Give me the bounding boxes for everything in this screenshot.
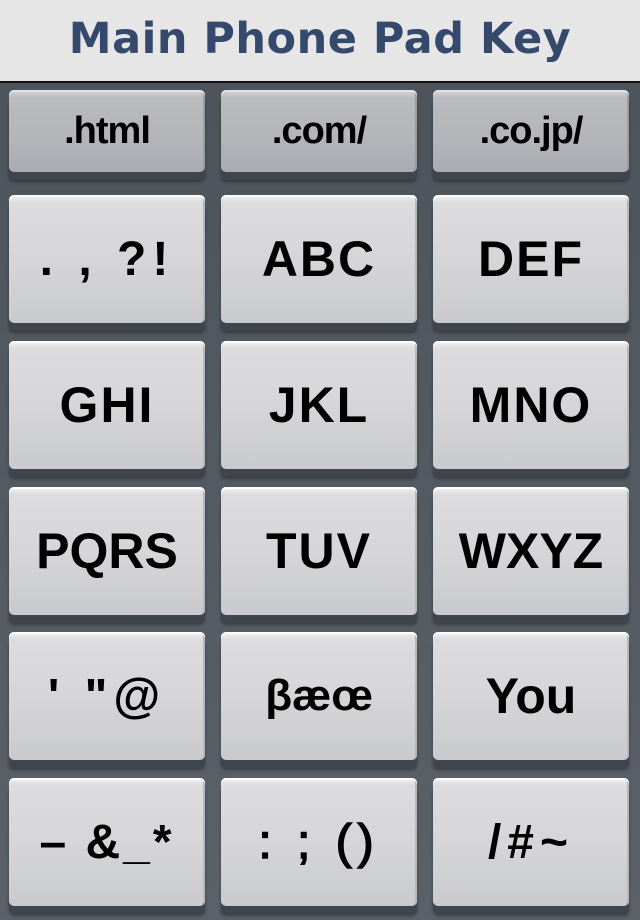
key-pqrs[interactable]: PQRS — [9, 487, 205, 615]
key-colon-paren[interactable]: : ; () — [221, 778, 417, 906]
phone-keypad: .html .com/ .co.jp/ . , ?! ABC DEF GHI J… — [0, 83, 640, 920]
key-you[interactable]: You — [433, 632, 629, 760]
key-punctuation[interactable]: . , ?! — [9, 195, 205, 323]
key-co-jp[interactable]: .co.jp/ — [433, 90, 629, 172]
key-mno[interactable]: MNO — [433, 341, 629, 469]
key-special-letters[interactable]: βæœ — [221, 632, 417, 760]
key-abc[interactable]: ABC — [221, 195, 417, 323]
page-title: Main Phone Pad Key — [68, 13, 572, 64]
key-com[interactable]: .com/ — [221, 90, 417, 172]
key-wxyz[interactable]: WXYZ — [433, 487, 629, 615]
key-jkl[interactable]: JKL — [221, 341, 417, 469]
key-tuv[interactable]: TUV — [221, 487, 417, 615]
key-quotes-at[interactable]: ' "@ — [9, 632, 205, 760]
key-slash-hash-tilde[interactable]: /#~ — [433, 778, 629, 906]
key-def[interactable]: DEF — [433, 195, 629, 323]
header: Main Phone Pad Key — [0, 0, 640, 83]
key-html[interactable]: .html — [9, 90, 205, 172]
key-ghi[interactable]: GHI — [9, 341, 205, 469]
key-dash-symbols[interactable]: – &_* — [9, 778, 205, 906]
